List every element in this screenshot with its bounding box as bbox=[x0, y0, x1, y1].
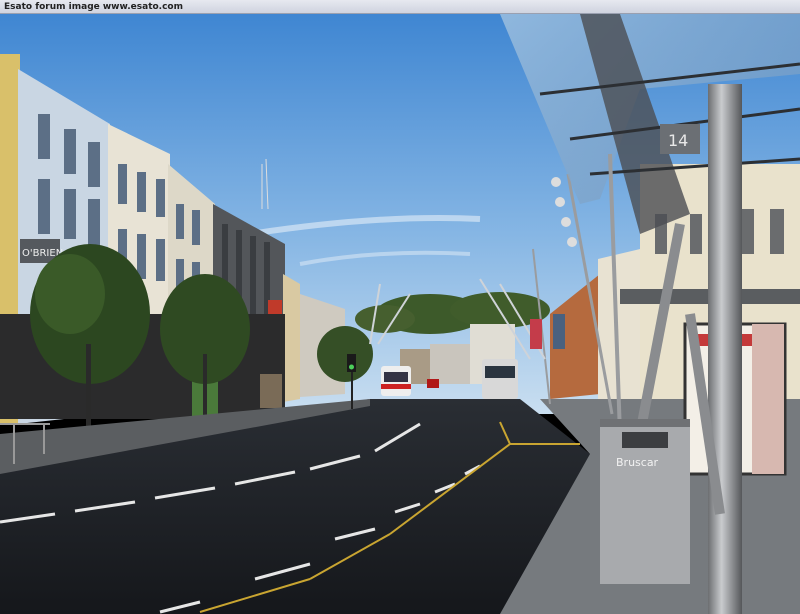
watermark-bar: Esato forum image www.esato.com bbox=[0, 0, 800, 14]
image-viewer: Esato forum image www.esato.com O'BRIEN … bbox=[0, 0, 800, 614]
bin-label: Bruscar bbox=[616, 456, 659, 469]
watermark-text: Esato forum image www.esato.com bbox=[4, 2, 183, 12]
bus-distant bbox=[381, 366, 411, 396]
car-red bbox=[427, 379, 439, 388]
shelter-number: 14 bbox=[668, 131, 688, 150]
street-photo: O'BRIEN 14 Bruscar bbox=[0, 14, 800, 614]
litter-bin: Bruscar bbox=[600, 419, 690, 584]
bus-right bbox=[482, 359, 518, 399]
